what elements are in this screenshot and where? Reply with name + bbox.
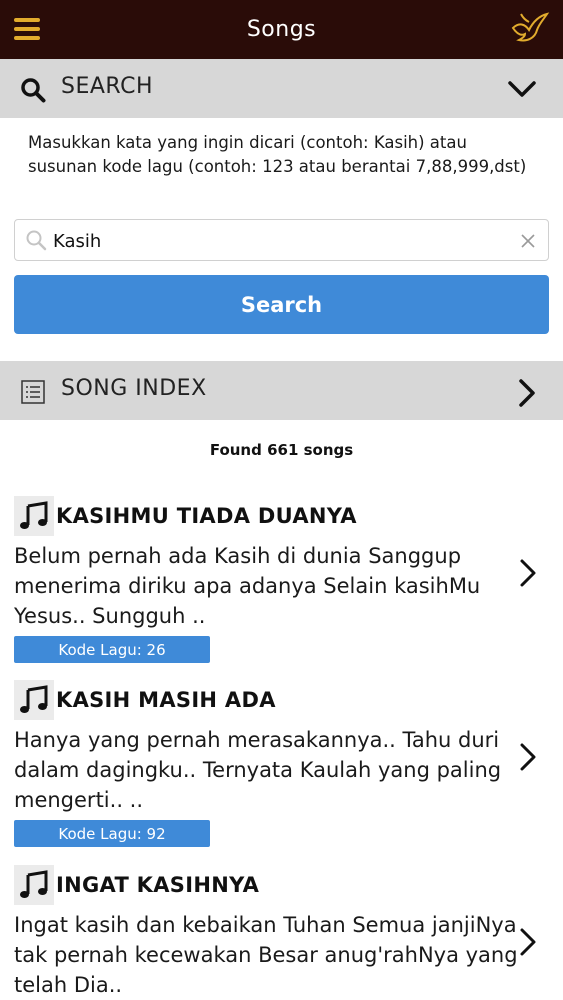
music-note-icon <box>20 870 48 898</box>
song-index-header[interactable]: SONG INDEX <box>0 361 563 420</box>
search-hint: Masukkan kata yang ingin dicari (contoh:… <box>28 133 527 176</box>
song-icon-box <box>14 680 54 720</box>
chevron-right-icon <box>519 379 535 407</box>
list-icon <box>21 380 45 404</box>
song-lyrics: Hanya yang pernah merasakannya.. Tahu du… <box>14 728 502 812</box>
song-index-label: SONG INDEX <box>61 376 207 401</box>
chevron-right-icon <box>520 559 536 587</box>
search-header-label: SEARCH <box>61 74 154 99</box>
song-list-item[interactable]: KASIHMU TIADA DUANYA Belum pernah ada Ka… <box>0 496 563 676</box>
search-icon <box>21 78 46 103</box>
hamburger-menu-icon[interactable] <box>14 18 40 40</box>
magnifier-icon <box>26 230 47 251</box>
song-lyrics: Ingat kasih dan kebaikan Tuhan Semua jan… <box>14 913 518 997</box>
chevron-right-icon <box>520 743 536 771</box>
results-count: Found 661 songs <box>209 441 354 459</box>
search-input[interactable] <box>53 226 493 256</box>
search-section-header[interactable]: SEARCH <box>0 59 563 118</box>
song-lyrics: Belum pernah ada Kasih di dunia Sanggup … <box>14 544 481 628</box>
song-title: KASIH MASIH ADA <box>56 688 276 712</box>
clear-icon[interactable] <box>520 233 536 249</box>
top-bar: Songs <box>0 0 563 59</box>
song-title: KASIHMU TIADA DUANYA <box>56 504 357 528</box>
song-code-badge: Kode Lagu: 26 <box>14 636 210 663</box>
dove-logo-icon <box>511 12 550 42</box>
page-title: Songs <box>246 17 317 42</box>
search-button[interactable]: Search <box>14 275 549 334</box>
search-field[interactable] <box>14 219 549 261</box>
song-code-badge: Kode Lagu: 92 <box>14 820 210 847</box>
song-list-item[interactable]: INGAT KASIHNYA Ingat kasih dan kebaikan … <box>0 865 563 1000</box>
chevron-right-icon <box>520 928 536 956</box>
music-note-icon <box>20 685 48 713</box>
song-title: INGAT KASIHNYA <box>56 873 260 897</box>
chevron-down-icon[interactable] <box>507 79 537 99</box>
song-icon-box <box>14 865 54 905</box>
song-list-item[interactable]: KASIH MASIH ADA Hanya yang pernah merasa… <box>0 680 563 860</box>
music-note-icon <box>20 501 48 529</box>
song-icon-box <box>14 496 54 536</box>
